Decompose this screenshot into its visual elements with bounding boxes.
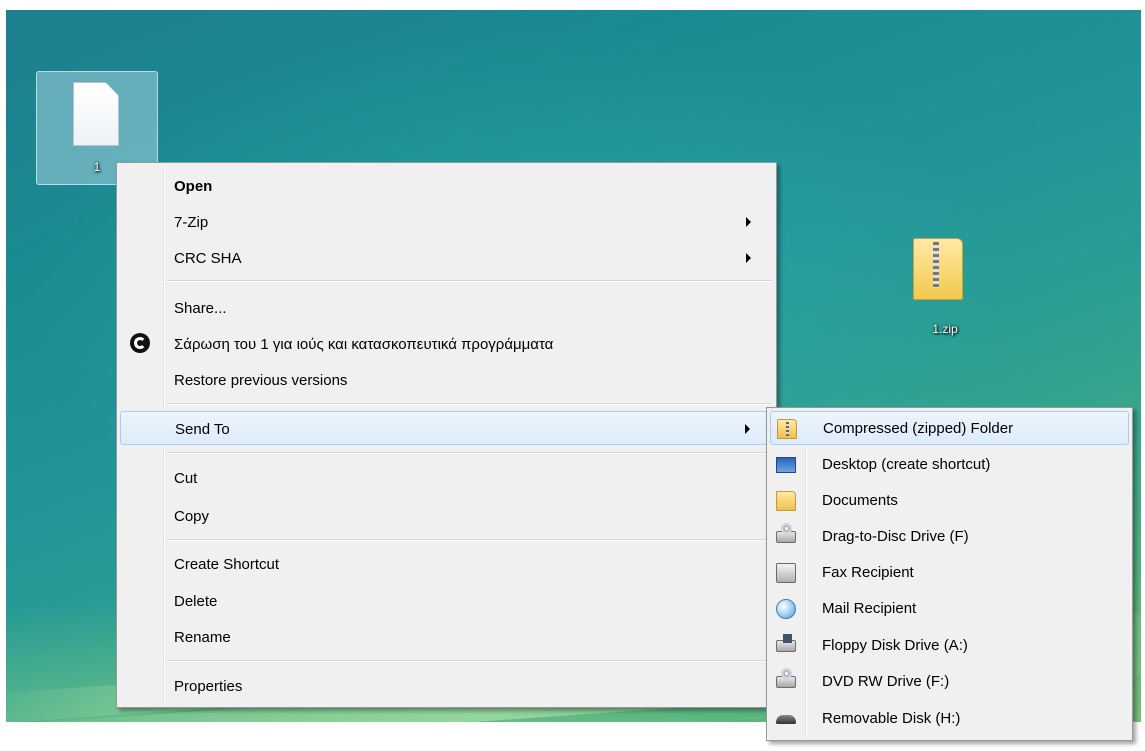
menu-item-label: CRC SHA bbox=[174, 250, 242, 267]
menu-item-share[interactable]: Share... bbox=[120, 291, 773, 325]
menu-item-restore-previous-versions[interactable]: Restore previous versions bbox=[120, 363, 773, 397]
menu-item-label: Restore previous versions bbox=[174, 372, 348, 389]
zip-icon-label: 1.zip bbox=[932, 322, 958, 336]
sendto-item-compressed-folder[interactable]: Compressed (zipped) Folder bbox=[770, 411, 1129, 445]
menu-item-label: Floppy Disk Drive (A:) bbox=[822, 637, 968, 654]
menu-separator bbox=[167, 539, 772, 541]
mail-icon bbox=[776, 599, 796, 619]
menu-item-label: Fax Recipient bbox=[822, 564, 914, 581]
menu-item-delete[interactable]: Delete bbox=[120, 584, 773, 618]
menu-item-label: Copy bbox=[174, 508, 210, 525]
menu-item-label: Drag-to-Disc Drive (F) bbox=[822, 528, 969, 545]
menu-item-label: Share... bbox=[174, 300, 227, 317]
menu-item-create-shortcut[interactable]: Create Shortcut bbox=[120, 547, 773, 581]
menu-item-label: Desktop (create shortcut) bbox=[822, 456, 991, 473]
zipper-icon bbox=[933, 242, 939, 288]
menu-item-label: Send To bbox=[175, 421, 230, 438]
menu-item-label: Delete bbox=[174, 593, 218, 610]
menu-separator bbox=[167, 452, 772, 454]
menu-item-label: Σάρωση του 1 για ιούς και κατασκοπευτικά… bbox=[174, 336, 554, 353]
sendto-item-dvd-rw-drive[interactable]: DVD RW Drive (F:) bbox=[770, 665, 1129, 699]
menu-item-label: Properties bbox=[174, 678, 243, 695]
menu-item-label: Create Shortcut bbox=[174, 556, 280, 573]
submenu-arrow-icon bbox=[745, 424, 750, 434]
desktop-zip-file-icon[interactable]: 1.zip bbox=[905, 234, 985, 344]
send-to-submenu: Compressed (zipped) Folder Desktop (crea… bbox=[766, 407, 1133, 741]
menu-item-label: 7-Zip bbox=[174, 214, 209, 231]
sendto-item-desktop[interactable]: Desktop (create shortcut) bbox=[770, 448, 1129, 482]
sendto-item-floppy-drive[interactable]: Floppy Disk Drive (A:) bbox=[770, 629, 1129, 663]
menu-item-label: Mail Recipient bbox=[822, 600, 917, 617]
submenu-arrow-icon bbox=[746, 253, 751, 263]
menu-item-crc-sha[interactable]: CRC SHA bbox=[120, 241, 773, 275]
sendto-item-drag-to-disc[interactable]: Drag-to-Disc Drive (F) bbox=[770, 520, 1129, 554]
menu-item-properties[interactable]: Properties bbox=[120, 669, 773, 703]
menu-item-cut[interactable]: Cut bbox=[120, 461, 773, 495]
menu-item-copy[interactable]: Copy bbox=[120, 499, 773, 533]
menu-separator bbox=[167, 280, 772, 282]
menu-item-label: Open bbox=[174, 178, 213, 195]
sendto-item-fax-recipient[interactable]: Fax Recipient bbox=[770, 556, 1129, 590]
menu-item-label: Compressed (zipped) Folder bbox=[823, 420, 1014, 437]
sendto-item-mail-recipient[interactable]: Mail Recipient bbox=[770, 592, 1129, 626]
menu-item-label: DVD RW Drive (F:) bbox=[822, 673, 950, 690]
menu-item-label: Rename bbox=[174, 629, 231, 646]
floppy-drive-icon bbox=[776, 634, 796, 652]
blank-document-icon bbox=[73, 82, 119, 146]
sendto-item-documents[interactable]: Documents bbox=[770, 484, 1129, 518]
menu-item-send-to[interactable]: Send To bbox=[120, 411, 773, 445]
fax-icon bbox=[776, 563, 796, 583]
documents-folder-icon bbox=[776, 491, 796, 511]
submenu-arrow-icon bbox=[746, 217, 751, 227]
menu-item-antivirus-scan[interactable]: Σάρωση του 1 για ιούς και κατασκοπευτικά… bbox=[120, 327, 773, 361]
menu-separator bbox=[167, 660, 772, 662]
menu-separator bbox=[167, 403, 772, 405]
menu-item-label: Removable Disk (H:) bbox=[822, 710, 961, 727]
antivirus-scan-icon bbox=[130, 333, 150, 353]
disc-drive-icon bbox=[776, 523, 796, 543]
context-menu: Open 7-Zip CRC SHA Share... Σάρωση του 1… bbox=[116, 162, 777, 708]
menu-item-label: Documents bbox=[822, 492, 898, 509]
menu-item-rename[interactable]: Rename bbox=[120, 620, 773, 654]
menu-item-open[interactable]: Open bbox=[120, 169, 773, 203]
menu-item-label: Cut bbox=[174, 470, 198, 487]
sendto-item-removable-disk[interactable]: Removable Disk (H:) bbox=[770, 702, 1129, 736]
zip-folder-icon bbox=[777, 419, 797, 439]
menu-item-7zip[interactable]: 7-Zip bbox=[120, 205, 773, 239]
removable-disk-icon bbox=[776, 715, 796, 724]
desktop-icon bbox=[776, 457, 796, 473]
dvd-drive-icon bbox=[776, 668, 796, 688]
